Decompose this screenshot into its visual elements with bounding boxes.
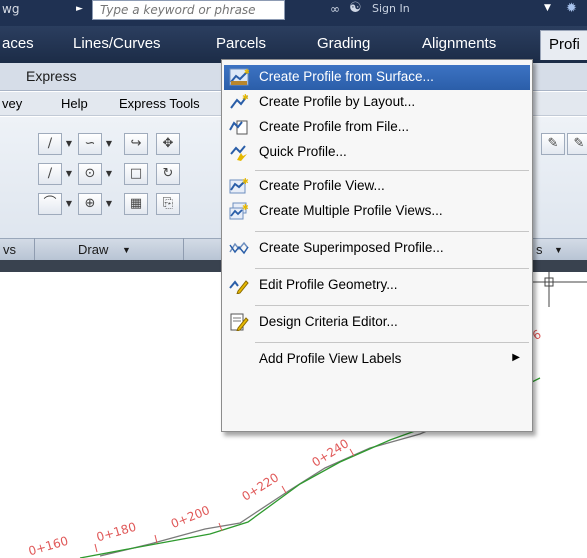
profile-file-icon: [229, 120, 248, 135]
title-arrow-icon[interactable]: ►: [76, 4, 83, 14]
line-tool-icon[interactable]: ∕: [38, 133, 62, 155]
station-tick: [94, 543, 98, 553]
menu-item-label: Create Multiple Profile Views...: [259, 203, 443, 218]
menu-item-label: Create Profile by Layout...: [259, 94, 416, 109]
profiles-dropdown-menu: ✱ Create Profile from Surface... ✱ Creat…: [221, 59, 533, 432]
offset-tool-icon[interactable]: ↪: [124, 133, 148, 155]
menu-item-label: Design Criteria Editor...: [259, 314, 398, 329]
superimposed-profile-icon: [229, 241, 249, 255]
edit-geometry-icon: [229, 280, 249, 294]
menu-separator: [255, 170, 529, 171]
menu-separator: [255, 231, 529, 232]
rotate-tool-icon[interactable]: ↻: [156, 163, 180, 185]
sign-in-link[interactable]: Sign In: [372, 2, 410, 15]
panel-divider: [183, 238, 184, 260]
search-input[interactable]: [93, 1, 284, 19]
ellipse-dropdown-icon[interactable]: ▼: [103, 193, 115, 215]
panel-label-left: vs: [3, 242, 16, 257]
exchange-icon[interactable]: ✹: [566, 1, 577, 16]
menu-item-label: Create Profile from File...: [259, 119, 410, 134]
svg-text:✱: ✱: [244, 68, 249, 76]
profile-surface-icon: ✱: [229, 68, 249, 86]
menu-item-label: Quick Profile...: [259, 144, 347, 159]
menu-item-create-multiple-profile-views[interactable]: ✱ Create Multiple Profile Views...: [224, 199, 530, 224]
arc-dropdown-icon[interactable]: ▼: [63, 193, 75, 215]
menu-express-tools[interactable]: Express Tools: [119, 96, 200, 111]
ellipse-tool-icon[interactable]: ⊕: [78, 193, 102, 215]
menu-separator: [255, 342, 529, 343]
station-tick: [281, 485, 287, 494]
tab-parcels[interactable]: Parcels: [216, 35, 266, 52]
edit-tool-icon[interactable]: ✎: [541, 133, 565, 155]
arc-tool-icon[interactable]: ⌒: [38, 193, 62, 215]
menu-item-edit-profile-geometry[interactable]: Edit Profile Geometry...: [224, 273, 530, 298]
edit-tool-2-icon[interactable]: ✎: [567, 133, 587, 155]
signin-dropdown-icon[interactable]: ▼: [544, 3, 551, 13]
menu-item-label: Edit Profile Geometry...: [259, 277, 398, 292]
tab-profiles[interactable]: Profi: [540, 30, 587, 60]
menu-item-label: Create Profile from Surface...: [259, 69, 434, 84]
ribbon-tab-bar: aces Lines/Curves Parcels Grading Alignm…: [0, 26, 587, 63]
menu-separator: [255, 305, 529, 306]
menu-item-design-criteria-editor[interactable]: Design Criteria Editor...: [224, 310, 530, 335]
tab-lines-curves[interactable]: Lines/Curves: [73, 35, 161, 52]
insert-tool-icon[interactable]: ⎘: [156, 193, 180, 215]
search-box[interactable]: [92, 0, 285, 20]
polyline-dropdown-icon[interactable]: ▼: [103, 133, 115, 155]
title-bar: wg ► ∞ ☯ Sign In ▼ ✹: [0, 0, 587, 26]
menu-item-label: Create Superimposed Profile...: [259, 240, 444, 255]
menu-item-quick-profile[interactable]: Quick Profile...: [224, 140, 530, 165]
circle-tool-icon[interactable]: ⊙: [78, 163, 102, 185]
move-tool-icon[interactable]: ✥: [156, 133, 180, 155]
multiple-profile-views-icon: ✱: [229, 202, 249, 220]
svg-text:✱: ✱: [242, 177, 249, 186]
design-criteria-icon: [230, 313, 249, 331]
construction-dropdown-icon[interactable]: ▼: [63, 163, 75, 185]
panel-label-right: s: [536, 242, 543, 257]
right-panel-dropdown-icon[interactable]: ▼: [554, 245, 563, 255]
menu-item-label: Add Profile View Labels: [259, 351, 402, 366]
tab-grading[interactable]: Grading: [317, 35, 370, 52]
tab-alignments[interactable]: Alignments: [422, 35, 496, 52]
menu-item-create-profile-view[interactable]: ✱ Create Profile View...: [224, 174, 530, 199]
svg-text:✱: ✱: [242, 93, 249, 102]
draw-dropdown-icon[interactable]: ▼: [122, 245, 131, 255]
menu-item-create-profile-from-file[interactable]: Create Profile from File...: [224, 115, 530, 140]
tab-express[interactable]: Express: [26, 68, 77, 84]
menu-item-create-superimposed-profile[interactable]: Create Superimposed Profile...: [224, 236, 530, 261]
user-icon[interactable]: ☯: [349, 0, 362, 16]
menu-help[interactable]: Help: [61, 96, 88, 111]
panel-draw[interactable]: Draw: [78, 242, 108, 257]
line-dropdown-icon[interactable]: ▼: [63, 133, 75, 155]
submenu-arrow-icon: ▶: [512, 352, 520, 363]
circle-dropdown-icon[interactable]: ▼: [103, 163, 115, 185]
hatch-tool-icon[interactable]: ▦: [124, 193, 148, 215]
construction-line-icon[interactable]: ∕: [38, 163, 62, 185]
quick-profile-icon: [230, 145, 247, 161]
menu-separator: [255, 268, 529, 269]
polyline-tool-icon[interactable]: ∽: [78, 133, 102, 155]
menu-item-label: Create Profile View...: [259, 178, 385, 193]
tab-surfaces[interactable]: aces: [2, 35, 34, 52]
binoculars-icon[interactable]: ∞: [330, 2, 340, 16]
svg-text:✱: ✱: [242, 203, 249, 212]
menu-item-add-profile-view-labels[interactable]: Add Profile View Labels ▶: [224, 347, 530, 372]
rectangle-tool-icon[interactable]: □: [124, 163, 148, 185]
station-tick: [349, 448, 355, 457]
file-name: wg: [2, 2, 20, 16]
panel-divider: [34, 238, 35, 260]
menu-survey[interactable]: vey: [2, 96, 22, 111]
profile-layout-icon: ✱: [230, 93, 249, 109]
menu-item-create-profile-from-surface[interactable]: ✱ Create Profile from Surface...: [224, 65, 530, 90]
menu-item-create-profile-by-layout[interactable]: ✱ Create Profile by Layout...: [224, 90, 530, 115]
profile-view-icon: ✱: [229, 177, 249, 194]
